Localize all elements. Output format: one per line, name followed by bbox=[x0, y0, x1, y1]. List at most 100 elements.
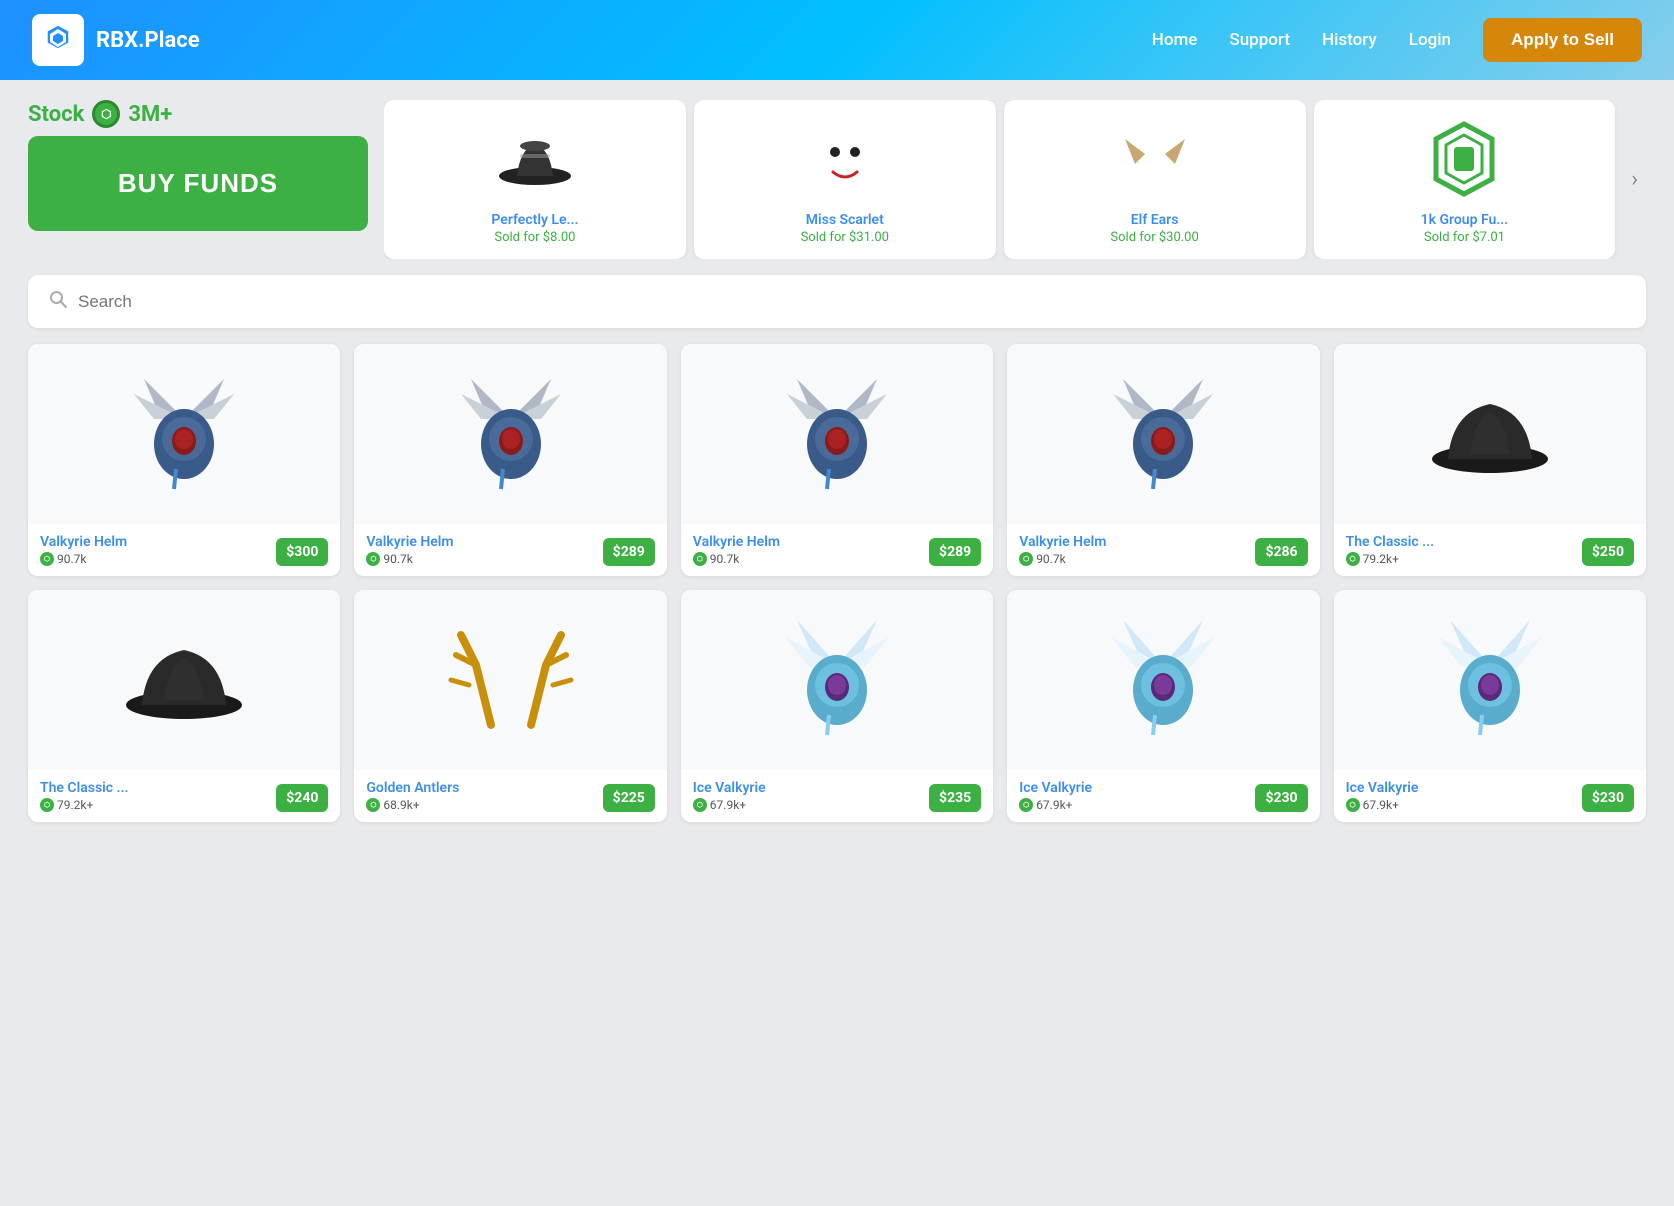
stock-value: 90.7k bbox=[57, 552, 86, 566]
item-name: Valkyrie Helm bbox=[1019, 534, 1106, 550]
item-footer: The Classic ... ⬡ 79.2k+ $240 bbox=[28, 770, 340, 822]
item-stock: ⬡ 90.7k bbox=[1019, 552, 1106, 566]
item-card[interactable]: Golden Antlers ⬡ 68.9k+ $225 bbox=[354, 590, 666, 822]
item-image bbox=[28, 344, 340, 524]
item-name: Valkyrie Helm bbox=[40, 534, 127, 550]
item-name: The Classic ... bbox=[40, 780, 129, 796]
item-price-badge: $240 bbox=[276, 784, 328, 812]
stock-value: 90.7k bbox=[710, 552, 739, 566]
nav-history[interactable]: History bbox=[1322, 30, 1377, 50]
item-name: Ice Valkyrie bbox=[1019, 780, 1092, 796]
item-price-badge: $289 bbox=[929, 538, 981, 566]
item-card[interactable]: The Classic ... ⬡ 79.2k+ $240 bbox=[28, 590, 340, 822]
robux-icon-small: ⬡ bbox=[40, 798, 54, 812]
item-name: Valkyrie Helm bbox=[693, 534, 780, 550]
item-stock: ⬡ 67.9k+ bbox=[1346, 798, 1419, 812]
nav-support[interactable]: Support bbox=[1229, 30, 1290, 50]
carousel-next-arrow[interactable]: › bbox=[1623, 163, 1646, 196]
item-info: Valkyrie Helm ⬡ 90.7k bbox=[1019, 534, 1106, 566]
item-info: Ice Valkyrie ⬡ 67.9k+ bbox=[1019, 780, 1092, 812]
item-stock: ⬡ 90.7k bbox=[693, 552, 780, 566]
items-grid: Valkyrie Helm ⬡ 90.7k $300 bbox=[28, 344, 1646, 822]
item-card[interactable]: Ice Valkyrie ⬡ 67.9k+ $230 bbox=[1007, 590, 1319, 822]
item-card[interactable]: Valkyrie Helm ⬡ 90.7k $289 bbox=[681, 344, 993, 576]
stock-label: Stock ⬡ 3M+ bbox=[28, 100, 368, 128]
item-footer: Valkyrie Helm ⬡ 90.7k $289 bbox=[354, 524, 666, 576]
item-info: Golden Antlers ⬡ 68.9k+ bbox=[366, 780, 459, 812]
robux-icon-small: ⬡ bbox=[366, 798, 380, 812]
stock-value: 79.2k+ bbox=[57, 798, 93, 812]
buy-funds-button[interactable]: BUY FUNDS bbox=[28, 136, 368, 231]
stock-amount: 3M+ bbox=[128, 102, 172, 127]
main-content: Stock ⬡ 3M+ BUY FUNDS Perfectly Le... bbox=[0, 80, 1674, 842]
sale-card-price: Sold for $7.01 bbox=[1424, 230, 1505, 245]
item-stock: ⬡ 79.2k+ bbox=[1346, 552, 1435, 566]
robux-icon-small: ⬡ bbox=[1346, 552, 1360, 566]
recent-sales: Perfectly Le... Sold for $8.00 Miss Scar… bbox=[384, 100, 1646, 259]
item-info: Valkyrie Helm ⬡ 90.7k bbox=[40, 534, 127, 566]
item-card[interactable]: Valkyrie Helm ⬡ 90.7k $289 bbox=[354, 344, 666, 576]
item-footer: Ice Valkyrie ⬡ 67.9k+ $230 bbox=[1007, 770, 1319, 822]
sale-card-image bbox=[1110, 114, 1200, 204]
search-input[interactable] bbox=[78, 292, 1626, 312]
robux-icon: ⬡ bbox=[92, 100, 120, 128]
item-card[interactable]: Ice Valkyrie ⬡ 67.9k+ $230 bbox=[1334, 590, 1646, 822]
apply-to-sell-button[interactable]: Apply to Sell bbox=[1483, 18, 1642, 62]
sale-card[interactable]: Miss Scarlet Sold for $31.00 bbox=[694, 100, 996, 259]
search-icon bbox=[48, 289, 68, 314]
sale-card-name: Miss Scarlet bbox=[806, 212, 884, 228]
stock-value: 90.7k bbox=[1036, 552, 1065, 566]
item-image bbox=[1007, 590, 1319, 770]
item-image bbox=[354, 344, 666, 524]
sale-card-image bbox=[1419, 114, 1509, 204]
item-footer: Valkyrie Helm ⬡ 90.7k $289 bbox=[681, 524, 993, 576]
logo-container: RBX.Place bbox=[32, 14, 200, 66]
item-footer: Ice Valkyrie ⬡ 67.9k+ $235 bbox=[681, 770, 993, 822]
item-image bbox=[681, 590, 993, 770]
item-info: Ice Valkyrie ⬡ 67.9k+ bbox=[693, 780, 766, 812]
nav-login[interactable]: Login bbox=[1409, 30, 1451, 50]
item-footer: The Classic ... ⬡ 79.2k+ $250 bbox=[1334, 524, 1646, 576]
item-stock: ⬡ 79.2k+ bbox=[40, 798, 129, 812]
item-info: Valkyrie Helm ⬡ 90.7k bbox=[693, 534, 780, 566]
item-name: The Classic ... bbox=[1346, 534, 1435, 550]
item-stock: ⬡ 90.7k bbox=[40, 552, 127, 566]
item-image bbox=[354, 590, 666, 770]
sale-card-name: Perfectly Le... bbox=[491, 212, 578, 228]
logo-icon bbox=[32, 14, 84, 66]
item-footer: Ice Valkyrie ⬡ 67.9k+ $230 bbox=[1334, 770, 1646, 822]
item-image bbox=[28, 590, 340, 770]
sale-card[interactable]: 1k Group Fu... Sold for $7.01 bbox=[1314, 100, 1616, 259]
item-info: The Classic ... ⬡ 79.2k+ bbox=[1346, 534, 1435, 566]
item-price-badge: $235 bbox=[929, 784, 981, 812]
item-card[interactable]: Valkyrie Helm ⬡ 90.7k $286 bbox=[1007, 344, 1319, 576]
robux-icon-small: ⬡ bbox=[366, 552, 380, 566]
item-card[interactable]: The Classic ... ⬡ 79.2k+ $250 bbox=[1334, 344, 1646, 576]
item-card[interactable]: Valkyrie Helm ⬡ 90.7k $300 bbox=[28, 344, 340, 576]
sale-card[interactable]: Elf Ears Sold for $30.00 bbox=[1004, 100, 1306, 259]
item-info: Valkyrie Helm ⬡ 90.7k bbox=[366, 534, 453, 566]
stock-value: 67.9k+ bbox=[1363, 798, 1399, 812]
sale-card-image bbox=[490, 114, 580, 204]
robux-icon-small: ⬡ bbox=[693, 798, 707, 812]
sale-card[interactable]: Perfectly Le... Sold for $8.00 bbox=[384, 100, 686, 259]
item-name: Ice Valkyrie bbox=[693, 780, 766, 796]
item-image bbox=[1334, 344, 1646, 524]
item-price-badge: $250 bbox=[1582, 538, 1634, 566]
item-image bbox=[1334, 590, 1646, 770]
sale-card-name: Elf Ears bbox=[1131, 212, 1179, 228]
robux-icon-small: ⬡ bbox=[1346, 798, 1360, 812]
nav-home[interactable]: Home bbox=[1152, 30, 1198, 50]
item-info: Ice Valkyrie ⬡ 67.9k+ bbox=[1346, 780, 1419, 812]
item-stock: ⬡ 90.7k bbox=[366, 552, 453, 566]
item-footer: Valkyrie Helm ⬡ 90.7k $286 bbox=[1007, 524, 1319, 576]
sale-card-price: Sold for $30.00 bbox=[1110, 230, 1198, 245]
sale-card-price: Sold for $31.00 bbox=[801, 230, 889, 245]
stock-text: Stock bbox=[28, 102, 84, 127]
item-card[interactable]: Ice Valkyrie ⬡ 67.9k+ $235 bbox=[681, 590, 993, 822]
item-image bbox=[1007, 344, 1319, 524]
stock-value: 68.9k+ bbox=[383, 798, 419, 812]
item-stock: ⬡ 68.9k+ bbox=[366, 798, 459, 812]
sale-card-image bbox=[800, 114, 890, 204]
robux-icon-small: ⬡ bbox=[40, 552, 54, 566]
